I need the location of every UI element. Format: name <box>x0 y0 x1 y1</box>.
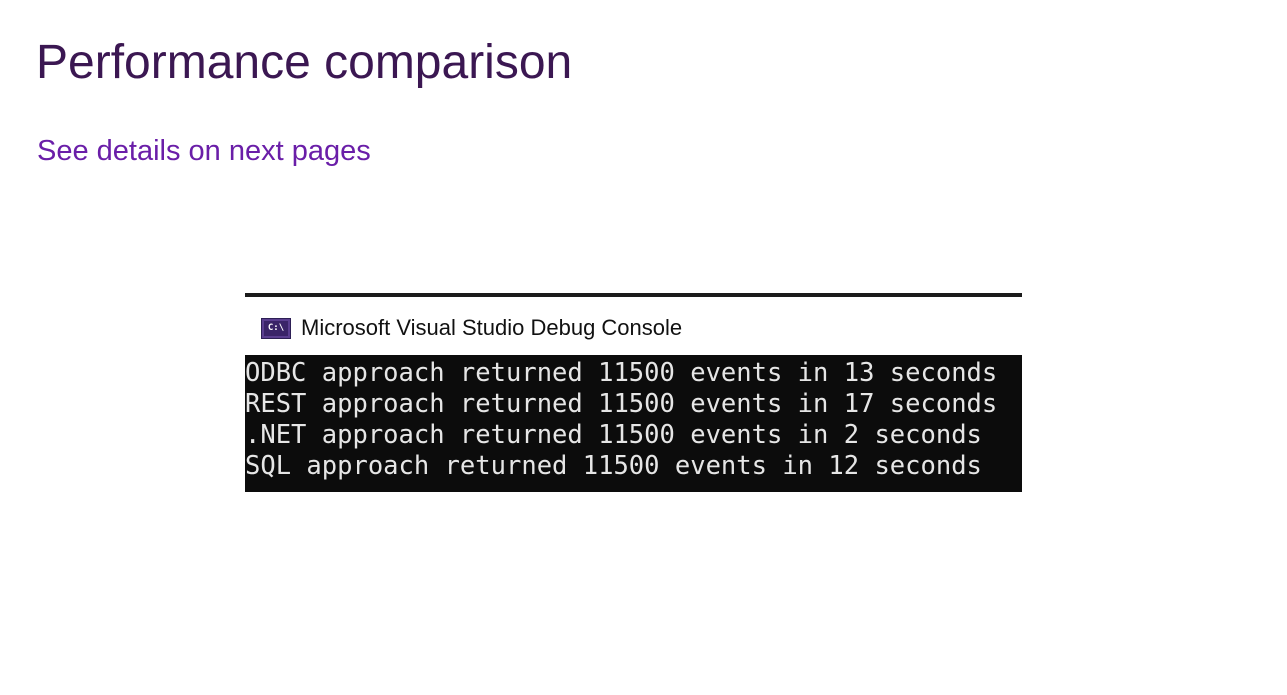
console-output: ODBC approach returned 11500 events in 1… <box>245 355 1022 492</box>
console-titlebar: C:\ Microsoft Visual Studio Debug Consol… <box>245 297 1022 355</box>
console-app-icon-label: C:\ <box>264 321 288 336</box>
console-app-icon: C:\ <box>261 318 291 339</box>
console-window-title: Microsoft Visual Studio Debug Console <box>301 315 683 340</box>
console-output-line: ODBC approach returned 11500 events in 1… <box>245 358 998 388</box>
console-output-line: SQL approach returned 11500 events in 12… <box>245 451 982 481</box>
console-output-line: REST approach returned 11500 events in 1… <box>245 389 998 419</box>
page-title: Performance comparison <box>36 36 573 89</box>
console-output-line: .NET approach returned 11500 events in 2… <box>245 420 982 450</box>
debug-console-window: C:\ Microsoft Visual Studio Debug Consol… <box>245 293 1022 492</box>
page-subtitle: See details on next pages <box>37 135 371 167</box>
slide: Performance comparison See details on ne… <box>0 0 1287 695</box>
